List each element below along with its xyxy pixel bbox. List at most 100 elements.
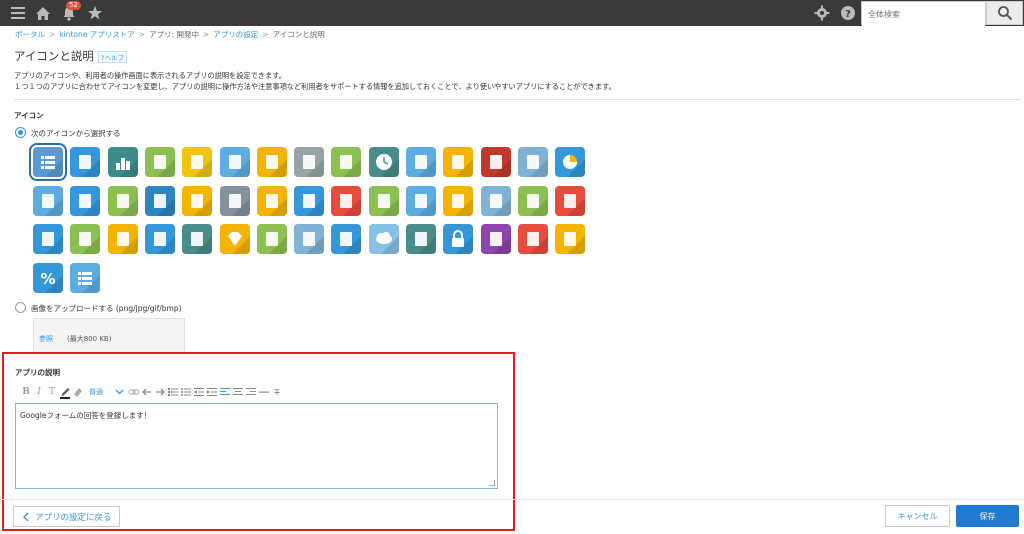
document-icon[interactable] [70, 147, 100, 177]
italic-button[interactable]: I [33, 385, 45, 399]
list-alt-icon[interactable] [70, 263, 100, 293]
diamond-icon[interactable] [220, 224, 250, 254]
text-color-button[interactable] [59, 385, 71, 399]
text-style-button[interactable]: T [46, 385, 58, 399]
gears-icon[interactable] [406, 224, 436, 254]
pushpin-icon[interactable] [108, 186, 138, 216]
align-right-button[interactable] [245, 385, 257, 399]
footer-divider [0, 499, 1024, 500]
background-color-button[interactable] [72, 385, 84, 399]
search-button[interactable] [986, 1, 1023, 25]
calculator-icon[interactable] [220, 186, 250, 216]
clear-format-button[interactable]: T [271, 385, 283, 399]
laptop-icon[interactable] [145, 147, 175, 177]
credit-card-icon[interactable] [33, 224, 63, 254]
description-text: Googleフォームの回答を登録します！ [20, 411, 152, 420]
ordered-list-button[interactable] [167, 385, 179, 399]
breadcrumb-app: アプリ: 開発中 [149, 30, 199, 39]
wrench-icon[interactable] [331, 224, 361, 254]
breadcrumb-portal[interactable]: ポータル [15, 30, 45, 39]
piggy-bank-icon[interactable] [555, 186, 585, 216]
align-center-icon [233, 388, 243, 395]
svg-text:%: % [40, 270, 55, 288]
speech-icon[interactable] [294, 224, 324, 254]
cloud-icon[interactable] [369, 224, 399, 254]
spreadsheet-icon[interactable] [220, 147, 250, 177]
mouse-icon[interactable] [406, 186, 436, 216]
gear-icon[interactable] [813, 4, 831, 22]
font-size-select[interactable]: 普通 [89, 385, 103, 399]
browse-link[interactable]: 参照 [39, 334, 53, 344]
books-icon[interactable] [331, 147, 361, 177]
clipboard-icon[interactable] [257, 147, 287, 177]
list-icon[interactable] [29, 143, 67, 181]
bar-chart-icon[interactable] [108, 147, 138, 177]
bulb-icon[interactable] [443, 186, 473, 216]
home-icon[interactable] [34, 4, 52, 22]
indent-button[interactable] [206, 385, 218, 399]
abacus-icon[interactable] [145, 224, 175, 254]
breadcrumb-app-store[interactable]: kintone アプリストア [59, 30, 134, 39]
global-search [861, 1, 986, 26]
chevron-left-icon [23, 512, 29, 521]
radio-upload-image[interactable] [15, 302, 26, 313]
redo-button[interactable] [154, 385, 166, 399]
percent-icon[interactable]: % [33, 263, 63, 293]
align-center-button[interactable] [232, 385, 244, 399]
align-left-icon [220, 388, 230, 395]
gas-pump-icon[interactable] [555, 224, 585, 254]
svg-text:?: ? [845, 9, 851, 20]
outdent-button[interactable] [193, 385, 205, 399]
breadcrumb-current: アイコンと説明 [272, 30, 325, 39]
briefcase-icon[interactable] [257, 186, 287, 216]
chevron-down-icon[interactable] [113, 385, 125, 399]
lightbulb-head-icon[interactable] [182, 147, 212, 177]
envelope-icon[interactable] [481, 147, 511, 177]
safe-icon[interactable] [182, 224, 212, 254]
printer-icon[interactable] [294, 147, 324, 177]
search-input[interactable] [862, 3, 985, 26]
cancel-button[interactable]: キャンセル [885, 505, 950, 527]
undo-button[interactable] [141, 385, 153, 399]
mail-icon[interactable] [518, 147, 548, 177]
help-link[interactable]: ?ヘルプ [98, 51, 127, 63]
back-to-settings-button[interactable]: アプリの設定に戻る [13, 506, 120, 527]
hand-pen-icon[interactable] [70, 224, 100, 254]
chat-icon[interactable] [257, 224, 287, 254]
radio-select-icon[interactable] [15, 127, 26, 138]
help-icon[interactable]: ? [839, 4, 857, 22]
icon-section-label: アイコン [14, 111, 44, 120]
wallet-icon[interactable] [518, 186, 548, 216]
redo-icon [156, 388, 165, 396]
save-button[interactable]: 保存 [956, 505, 1019, 527]
megaphone-icon[interactable] [331, 186, 361, 216]
back-button-label: アプリの設定に戻る [35, 512, 112, 523]
radio-select-icon-label[interactable]: 次のアイコンから選択する [31, 128, 121, 139]
atom-icon[interactable] [481, 224, 511, 254]
pencil-icon[interactable] [369, 186, 399, 216]
align-left-button[interactable] [219, 385, 231, 399]
bold-button[interactable]: B [20, 385, 32, 399]
monitor-icon[interactable] [33, 186, 63, 216]
radio-upload-image-label[interactable]: 画像をアップロードする (png/jpg/gif/bmp) [31, 303, 182, 314]
coffee-icon[interactable] [70, 186, 100, 216]
lock-icon[interactable] [443, 224, 473, 254]
glasses-icon[interactable] [108, 224, 138, 254]
id-card-icon[interactable] [443, 147, 473, 177]
flask-icon[interactable] [518, 224, 548, 254]
chair-icon[interactable] [481, 186, 511, 216]
clock-icon[interactable] [369, 147, 399, 177]
menu-icon[interactable] [9, 4, 27, 22]
folder-icon[interactable] [406, 147, 436, 177]
paperclip-icon[interactable] [145, 186, 175, 216]
smartphone-icon[interactable] [182, 186, 212, 216]
calendar-icon[interactable] [294, 186, 324, 216]
star-icon[interactable] [86, 4, 104, 22]
breadcrumb-app-settings[interactable]: アプリの設定 [213, 30, 258, 39]
resize-handle[interactable] [489, 480, 495, 486]
horizontal-rule-button[interactable] [258, 385, 270, 399]
description-editor[interactable]: Googleフォームの回答を登録します！ [15, 403, 498, 489]
pie-chart-icon[interactable] [555, 147, 585, 177]
link-button[interactable] [128, 385, 140, 399]
bullet-list-button[interactable] [180, 385, 192, 399]
